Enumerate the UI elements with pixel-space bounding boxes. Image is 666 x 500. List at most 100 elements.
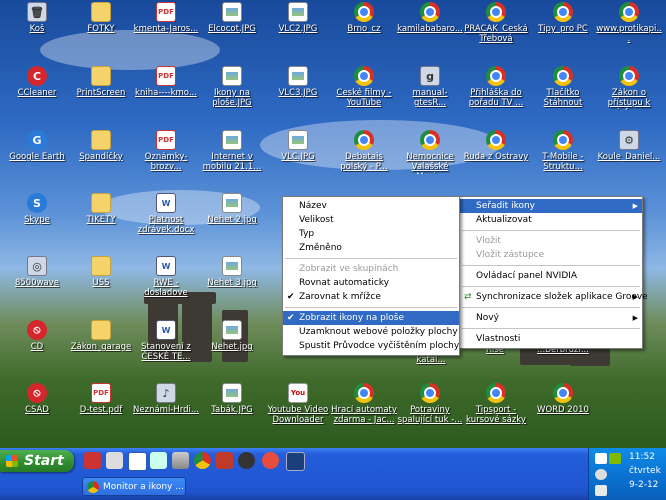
- desktop-icon[interactable]: Ruda z Ostravy: [463, 128, 529, 186]
- desktop-icon[interactable]: 🗑 Koš: [4, 0, 70, 58]
- desktop-icon[interactable]: W Platnost zdrávek.docx: [133, 191, 199, 249]
- red-icon: ⦸: [27, 383, 47, 403]
- desktop-icon[interactable]: S Skype: [4, 191, 70, 249]
- desktop-icon[interactable]: FOTKY: [68, 0, 134, 58]
- desktop-icon[interactable]: Debatais polský - P...: [331, 128, 397, 186]
- tray-mail-icon[interactable]: [595, 453, 607, 464]
- desktop-icon[interactable]: České filmy - YouTube: [331, 64, 397, 122]
- desktop-icon[interactable]: Tlačítko Stáhnout: [530, 64, 596, 122]
- desktop-icon[interactable]: T-Mobile - Struktu...: [530, 128, 596, 186]
- tray-volume-icon[interactable]: [595, 469, 607, 480]
- quicklaunch-monitor-icon[interactable]: [286, 452, 305, 471]
- desktop-icon[interactable]: Brno_cz: [331, 0, 397, 58]
- desktop-icon[interactable]: Zákon_garage: [68, 318, 134, 376]
- desktop-icon[interactable]: W RWE - dosladove: [133, 254, 199, 312]
- desktop[interactable]: 🗑 Koš FOTKY PDF kmenta-Jaros... Elcocot.JPG VL…: [0, 0, 666, 448]
- desktop-icon-label: Koš: [29, 24, 45, 34]
- desktop-icon[interactable]: ⚙ Koule_Daniel...: [596, 128, 662, 186]
- menu-item[interactable]: ⇄ Synchronizace složek aplikace Groove ▶: [460, 290, 648, 304]
- desktop-icon[interactable]: www.protikapi...: [596, 0, 662, 58]
- quicklaunch-document-icon[interactable]: [150, 452, 167, 469]
- quicklaunch-fire-icon[interactable]: [262, 452, 279, 469]
- desktop-icon[interactable]: VLC.JPG: [265, 128, 331, 186]
- menu-item-label: Spustit Průvodce vyčištěním plochy: [299, 341, 460, 351]
- desktop-icon[interactable]: VLC3.JPG: [265, 64, 331, 122]
- desktop-icon[interactable]: G Google Earth: [4, 128, 70, 186]
- menu-item[interactable]: ✔ Zarovnat k mřížce: [283, 290, 459, 304]
- menu-item[interactable]: Typ: [283, 227, 459, 241]
- desktop-icon[interactable]: Nehet.jpg: [199, 318, 265, 376]
- desktop-icon[interactable]: PrintScreen: [68, 64, 134, 122]
- quicklaunch-show-desktop-icon[interactable]: [106, 452, 123, 469]
- taskbar-window-button[interactable]: Monitor a ikony ...: [82, 477, 186, 496]
- desktop-icon[interactable]: PRAČAK_Česká Třebová: [463, 0, 529, 58]
- tray-network-icon[interactable]: [595, 485, 607, 496]
- menu-item[interactable]: Uzamknout webové položky plochy: [283, 325, 459, 339]
- desktop-icon-label: ČSAD: [25, 405, 49, 415]
- desktop-icon[interactable]: Zákon o přístupu k info...: [596, 64, 662, 122]
- desktop-icon[interactable]: C CCleaner: [4, 64, 70, 122]
- desktop-icon-label: Potraviny spalující tuk -...: [397, 405, 463, 425]
- menu-item-label: Změněno: [299, 243, 342, 253]
- quicklaunch-app-icon[interactable]: [84, 452, 101, 469]
- blue-icon: S: [27, 193, 47, 213]
- desktop-icon[interactable]: Spandíčky: [68, 128, 134, 186]
- menu-item[interactable]: Rovnat automaticky: [283, 276, 459, 290]
- desktop-icon-partial[interactable]: Rise: [462, 345, 528, 403]
- menu-item-label: Vložit zástupce: [476, 250, 545, 260]
- desktop-icon[interactable]: PDF kniha----kmo...: [133, 64, 199, 122]
- menu-item[interactable]: Název: [283, 199, 459, 213]
- menu-item[interactable]: Vlastnosti: [460, 332, 642, 346]
- desktop-icon-label: Nehet 3.jpg: [207, 278, 257, 288]
- desktop-icon[interactable]: ⦸ ČSAD: [4, 381, 70, 439]
- clock-time[interactable]: 11:52: [629, 452, 655, 462]
- quicklaunch-trash-icon[interactable]: [172, 452, 189, 469]
- groove-sync-icon: ⇄: [464, 292, 472, 302]
- desktop-icon[interactable]: Nehet 2.jpg: [199, 191, 265, 249]
- desktop-icon[interactable]: ⦸ CD: [4, 318, 70, 376]
- desktop-icon[interactable]: Ikony na ploše.JPG: [199, 64, 265, 122]
- desktop-icon[interactable]: Internet v mobilu 21.1...: [199, 128, 265, 186]
- desktop-icon[interactable]: g manual-gtesR...: [397, 64, 463, 122]
- desktop-icon[interactable]: Nehet 3.jpg: [199, 254, 265, 312]
- desktop-icon[interactable]: kamilababaro...: [397, 0, 463, 58]
- desktop-icon[interactable]: Nemocnice Valašské Mezi...: [397, 128, 463, 186]
- desktop-icon[interactable]: Přihláška do pořadu TV ...: [463, 64, 529, 122]
- desktop-icon[interactable]: ◎ 8500wave: [4, 254, 70, 312]
- folder-icon: [91, 320, 111, 340]
- desktop-icon[interactable]: USS: [68, 254, 134, 312]
- desktop-icon[interactable]: PDF D-test.pdf: [68, 381, 134, 439]
- quicklaunch-chrome-icon[interactable]: [194, 452, 211, 469]
- chrome-icon: [420, 130, 440, 150]
- menu-item[interactable]: Změněno: [283, 241, 459, 255]
- desktop-icon-label: CD: [30, 342, 44, 352]
- menu-item[interactable]: Nový ▶: [460, 311, 642, 325]
- desktop-icon[interactable]: PDF Oznámky-brozv...: [133, 128, 199, 186]
- menu-item[interactable]: Seřadit ikony ▶: [460, 199, 642, 213]
- desktop-icon[interactable]: VLC2.JPG: [265, 0, 331, 58]
- desktop-icon[interactable]: Tabák.JPG: [199, 381, 265, 439]
- menu-item[interactable]: Velikost: [283, 213, 459, 227]
- desktop-icon[interactable]: W Stanovení z ČESKÉ TE...: [133, 318, 199, 376]
- tray-status-icon[interactable]: [609, 453, 621, 464]
- img-icon: [222, 320, 242, 340]
- menu-item[interactable]: Aktualizovat: [460, 213, 642, 227]
- desktop-icon[interactable]: PDF kmenta-Jaros...: [133, 0, 199, 58]
- desktop-icon-label: Hrací automaty zdarma - Jac...: [331, 405, 397, 425]
- desktop-icon-label: Nemocnice Valašské Mezi...: [406, 152, 454, 174]
- desktop-icon[interactable]: ♪ Neznámí-Hrdi...: [133, 381, 199, 439]
- quicklaunch-word-icon[interactable]: [128, 452, 147, 471]
- desktop-icon[interactable]: TIKETY: [68, 191, 134, 249]
- menu-item[interactable]: Ovládací panel NVIDIA: [460, 269, 642, 283]
- quicklaunch-camera-icon[interactable]: [238, 452, 255, 469]
- desktop-icon-partial[interactable]: ...Berbruži...: [530, 345, 596, 403]
- desktop-icon[interactable]: Elcocot.JPG: [199, 0, 265, 58]
- quicklaunch-media-icon[interactable]: [216, 452, 233, 469]
- desktop-icon[interactable]: Tipy_pro PC: [530, 0, 596, 58]
- menu-item[interactable]: Spustit Průvodce vyčištěním plochy: [283, 339, 459, 353]
- menu-item[interactable]: ✔ Zobrazit ikony na ploše: [283, 311, 459, 325]
- img-icon: [222, 193, 242, 213]
- chrome-icon: [354, 130, 374, 150]
- submenu-arrow-icon: ▶: [632, 314, 638, 322]
- start-button[interactable]: Start: [0, 450, 74, 472]
